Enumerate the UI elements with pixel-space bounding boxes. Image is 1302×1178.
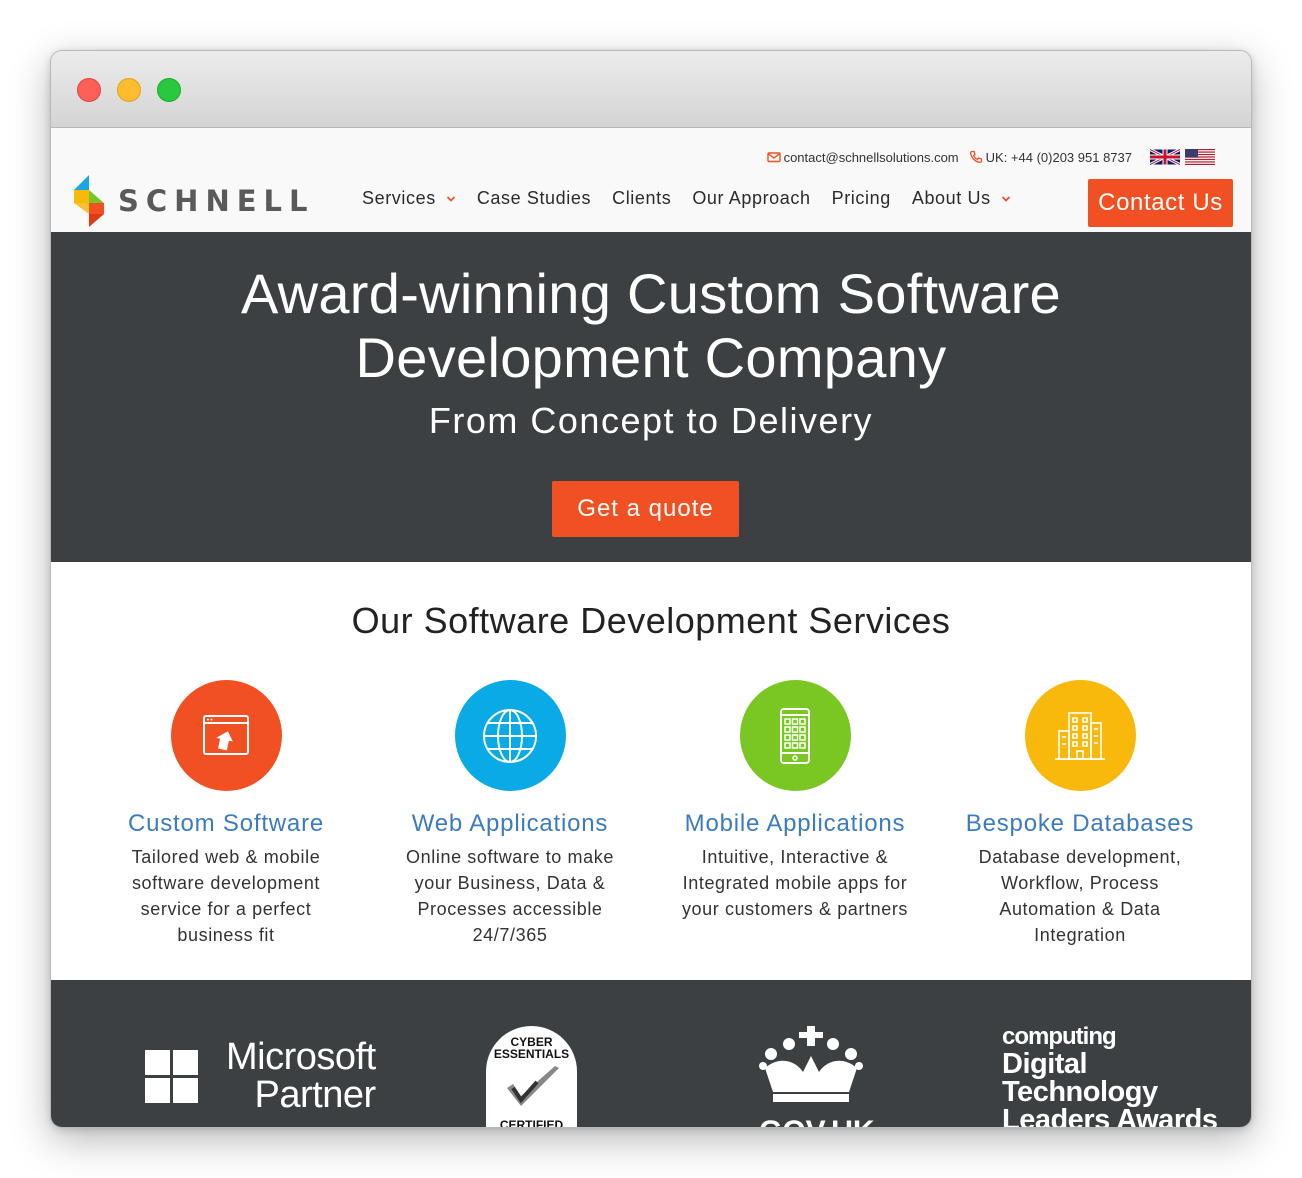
nav-label: Case Studies	[476, 188, 592, 208]
cyber-text-line-2: ESSENTIALS	[493, 1047, 570, 1061]
close-window-button[interactable]	[77, 78, 101, 102]
service-card-custom-software[interactable]: Custom Software Tailored web & mobile so…	[101, 680, 351, 948]
checkmark-icon	[506, 1066, 559, 1106]
service-card-web-applications[interactable]: Web Applications Online software to make…	[385, 680, 635, 948]
service-card-mobile-applications[interactable]: Mobile Applications Intuitive, Interacti…	[670, 680, 920, 922]
email-link[interactable]: contact@schnellsolutions.com	[766, 149, 959, 165]
nav-item-case-studies[interactable]: Case Studies	[477, 188, 591, 209]
email-text: contact@schnellsolutions.com	[783, 149, 959, 165]
hero-title-line-2: Development Company	[355, 326, 947, 389]
service-description: Tailored web & mobile software developme…	[131, 847, 321, 945]
window-titlebar	[51, 51, 1251, 128]
computing-text-line-4: Leaders Awards	[1002, 1104, 1218, 1128]
mobile-phone-icon	[780, 707, 810, 764]
service-description: Intuitive, Interactive & Integrated mobi…	[681, 847, 909, 919]
nav-item-services[interactable]: Services	[362, 188, 456, 209]
service-title[interactable]: Bespoke Databases	[955, 810, 1205, 838]
services-heading: Our Software Development Services	[351, 600, 951, 641]
services-section: Our Software Development Services Custom…	[51, 562, 1251, 980]
microsoft-partner-text: Microsoft Partner	[226, 1038, 376, 1114]
contact-topbar: contact@schnellsolutions.com UK: +44 (0)…	[766, 147, 1215, 167]
nav-label: About Us	[911, 188, 991, 208]
partners-section: Microsoft Partner CYBER ESSENTIALS CERTI…	[51, 980, 1251, 1127]
logo-text: SCHNELL	[118, 184, 315, 218]
service-title[interactable]: Custom Software	[101, 810, 351, 838]
microsoft-text-line-2: Partner	[254, 1074, 377, 1116]
service-icon-circle	[454, 680, 566, 791]
chevron-down-icon	[446, 195, 455, 202]
chevron-down-icon	[1001, 195, 1010, 202]
microsoft-windows-icon	[145, 1050, 198, 1103]
service-icon-circle	[170, 680, 282, 791]
nav-item-pricing[interactable]: Pricing	[832, 188, 891, 209]
computing-text-line-2: Digital	[1002, 1048, 1088, 1080]
main-nav: Services Case Studies Clients Our Approa…	[362, 188, 1032, 209]
cyber-essentials-badge: CYBER ESSENTIALS CERTIFIED	[486, 1026, 577, 1127]
phone-text: UK: +44 (0)203 951 8737	[985, 149, 1132, 165]
envelope-icon	[766, 152, 781, 163]
service-title[interactable]: Mobile Applications	[670, 810, 920, 838]
computing-text-line-1: computing	[1002, 1023, 1117, 1050]
nav-item-about-us[interactable]: About Us	[912, 188, 1011, 209]
computing-award-logo: computing Digital Technology Leaders Awa…	[1002, 1023, 1218, 1128]
cyber-text-line-3: CERTIFIED	[499, 1118, 564, 1127]
phone-link[interactable]: UK: +44 (0)203 951 8737	[969, 150, 1132, 165]
contact-us-button[interactable]: Contact Us	[1088, 179, 1233, 227]
get-a-quote-button[interactable]: Get a quote	[552, 481, 739, 537]
nav-item-our-approach[interactable]: Our Approach	[692, 188, 810, 209]
globe-icon	[483, 708, 537, 763]
service-description: Online software to make your Business, D…	[406, 847, 614, 945]
computing-text-line-3: Technology	[1002, 1076, 1158, 1108]
hero-section: Award-winning Custom Software Developmen…	[51, 232, 1251, 562]
buildings-icon	[1055, 711, 1105, 760]
service-description: Database development, Workflow, Process …	[978, 847, 1182, 945]
hero-title-line-1: Award-winning Custom Software	[240, 262, 1062, 325]
service-icon-circle	[1024, 680, 1136, 791]
minimize-window-button[interactable]	[117, 78, 141, 102]
nav-label: Pricing	[831, 188, 891, 208]
logo-mark-icon	[74, 175, 104, 227]
microsoft-partner-logo: Microsoft Partner	[145, 1038, 376, 1114]
service-icon-circle	[739, 680, 851, 791]
us-flag-icon[interactable]	[1185, 149, 1215, 165]
schnell-logo[interactable]: SCHNELL	[72, 173, 324, 229]
uk-flag-icon[interactable]	[1150, 149, 1180, 165]
maximize-window-button[interactable]	[157, 78, 181, 102]
service-card-bespoke-databases[interactable]: Bespoke Databases Database development, …	[955, 680, 1205, 948]
web-page: contact@schnellsolutions.com UK: +44 (0)…	[51, 128, 1251, 1127]
language-flags	[1150, 149, 1215, 165]
service-title[interactable]: Web Applications	[385, 810, 635, 838]
nav-label: Our Approach	[692, 188, 811, 208]
microsoft-text-line-1: Microsoft	[226, 1036, 376, 1078]
nav-label: Clients	[612, 188, 672, 208]
gov-uk-logo: GOV.UK	[759, 1026, 875, 1128]
browser-window: contact@schnellsolutions.com UK: +44 (0)…	[50, 50, 1252, 1128]
nav-label: Services	[362, 188, 436, 208]
browser-upload-icon	[203, 714, 249, 755]
crown-icon	[759, 1026, 863, 1102]
nav-item-clients[interactable]: Clients	[612, 188, 671, 209]
site-header: contact@schnellsolutions.com UK: +44 (0)…	[51, 128, 1251, 232]
gov-uk-text: GOV.UK	[759, 1117, 875, 1128]
hero-title: Award-winning Custom Software Developmen…	[51, 262, 1251, 390]
phone-icon	[969, 150, 982, 164]
hero-subtitle: From Concept to Delivery	[428, 400, 874, 441]
